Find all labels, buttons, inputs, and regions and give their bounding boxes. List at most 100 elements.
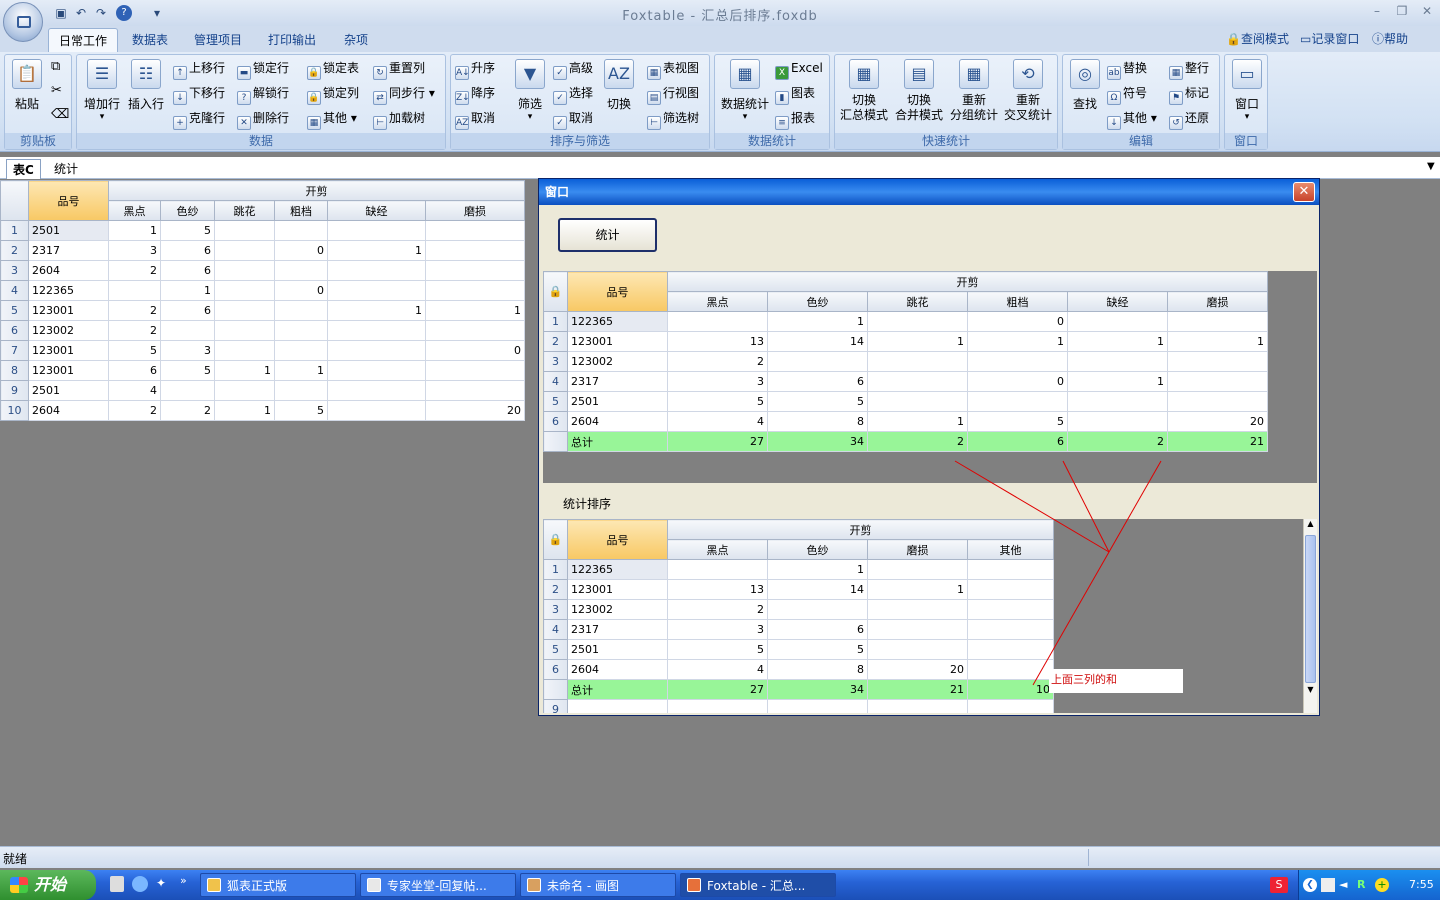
table-row[interactable]: 4 122365 1 0 bbox=[0, 280, 526, 301]
cell-pinhao[interactable]: 123001 bbox=[28, 340, 109, 361]
insert-row-button[interactable]: ☷ 插入行 bbox=[125, 59, 167, 112]
cell-value[interactable]: 6 bbox=[160, 260, 215, 281]
chart-button[interactable]: ▮ 图表 bbox=[775, 82, 815, 105]
cell-value[interactable] bbox=[327, 400, 426, 421]
volume-icon[interactable]: ◄ bbox=[1339, 878, 1353, 892]
header-pinhao[interactable]: 品号 bbox=[28, 180, 109, 221]
find-button[interactable]: ◎ 查找 bbox=[1067, 59, 1103, 112]
cell-value[interactable]: 4 bbox=[108, 380, 161, 401]
window-button[interactable]: ▭ 窗口 ▾ bbox=[1229, 59, 1265, 122]
sync-row-button[interactable]: ⇄ 同步行 ▾ bbox=[373, 82, 435, 105]
quicklaunch-more-icon[interactable]: » bbox=[180, 874, 187, 887]
header-col[interactable]: 黑点 bbox=[108, 200, 161, 221]
minimize-icon[interactable]: – bbox=[1366, 4, 1388, 20]
cell-value[interactable] bbox=[274, 380, 328, 401]
cell-value[interactable]: 20 bbox=[424, 400, 526, 421]
load-tree-button[interactable]: ⊢ 加载树 bbox=[373, 107, 425, 130]
cell-value[interactable] bbox=[214, 380, 275, 401]
cell-value[interactable] bbox=[327, 320, 426, 341]
record-window-button[interactable]: ▭记录窗口 bbox=[1300, 30, 1359, 48]
clone-row-button[interactable]: + 克隆行 bbox=[173, 107, 225, 130]
table-row[interactable]: 6 123002 2 bbox=[0, 320, 526, 341]
eraser-icon[interactable]: ⌫ bbox=[51, 107, 69, 122]
task-item-foxtable-official[interactable]: 狐表正式版 bbox=[200, 873, 356, 897]
copy-icon[interactable]: ⧉ bbox=[51, 59, 60, 74]
table-row[interactable]: 1 2501 1 5 bbox=[0, 220, 526, 241]
cell-value[interactable] bbox=[274, 220, 328, 241]
cell-value[interactable] bbox=[327, 280, 426, 301]
cell-value[interactable]: 6 bbox=[108, 360, 161, 381]
header-col[interactable]: 色纱 bbox=[160, 200, 215, 221]
cell-value[interactable] bbox=[424, 380, 526, 401]
tab-daily-work[interactable]: 日常工作 bbox=[48, 28, 119, 52]
cell-value[interactable] bbox=[424, 320, 526, 341]
row-number[interactable]: 9 bbox=[0, 380, 29, 401]
cell-value[interactable]: 2 bbox=[108, 400, 161, 421]
cell-value[interactable]: 6 bbox=[160, 300, 215, 321]
cell-value[interactable] bbox=[108, 280, 161, 301]
sort-desc-button[interactable]: Z↓降序 bbox=[455, 82, 495, 105]
restore-button[interactable]: ↺ 还原 bbox=[1169, 107, 1209, 130]
cell-value[interactable]: 1 bbox=[214, 400, 275, 421]
cell-value[interactable]: 5 bbox=[160, 220, 215, 241]
cell-value[interactable] bbox=[424, 360, 526, 381]
cell-value[interactable]: 6 bbox=[160, 240, 215, 261]
view-mode-button[interactable]: 🔒查阅模式 bbox=[1226, 30, 1289, 48]
cell-value[interactable] bbox=[274, 320, 328, 341]
lock-row-button[interactable]: ▬ 锁定行 bbox=[237, 57, 289, 80]
lock-column-button[interactable]: 🔒 锁定列 bbox=[307, 82, 359, 105]
cell-pinhao[interactable]: 122365 bbox=[28, 280, 109, 301]
regroup-stats-button[interactable]: ▦ 重新 分组统计 bbox=[947, 59, 1001, 123]
data-stats-button[interactable]: ▦ 数据统计 ▾ bbox=[717, 59, 773, 122]
tab-misc[interactable]: 杂项 bbox=[334, 28, 378, 52]
table-row[interactable]: 2 2317 3 6 0 1 bbox=[0, 240, 526, 261]
move-up-button[interactable]: ↑ 上移行 bbox=[173, 57, 225, 80]
switch-summary-mode-button[interactable]: ▦ 切换 汇总模式 bbox=[837, 59, 891, 123]
switch-merge-mode-button[interactable]: ▤ 切换 合并模式 bbox=[892, 59, 946, 123]
cell-value[interactable]: 0 bbox=[274, 280, 328, 301]
cell-value[interactable] bbox=[327, 220, 426, 241]
cut-icon[interactable]: ✂ bbox=[51, 83, 62, 98]
sort-asc-button[interactable]: A↓升序 bbox=[455, 57, 495, 80]
cell-value[interactable] bbox=[327, 360, 426, 381]
cell-value[interactable] bbox=[327, 380, 426, 401]
cell-pinhao[interactable]: 123002 bbox=[28, 320, 109, 341]
cell-value[interactable]: 2 bbox=[108, 260, 161, 281]
cell-value[interactable]: 1 bbox=[214, 360, 275, 381]
table-row[interactable]: 5 123001 2 6 1 1 bbox=[0, 300, 526, 321]
report-button[interactable]: ≡ 报表 bbox=[775, 107, 815, 130]
row-number[interactable]: 6 bbox=[0, 320, 29, 341]
excel-button[interactable]: X Excel bbox=[775, 57, 823, 80]
row-number[interactable]: 1 bbox=[0, 220, 29, 241]
whole-row-button[interactable]: ▦ 整行 bbox=[1169, 57, 1209, 80]
reset-column-button[interactable]: ↻ 重置列 bbox=[373, 57, 425, 80]
lock-table-button[interactable]: 🔒 锁定表 bbox=[307, 57, 359, 80]
cell-value[interactable]: 3 bbox=[160, 340, 215, 361]
cell-value[interactable] bbox=[214, 280, 275, 301]
cell-pinhao[interactable]: 123001 bbox=[28, 300, 109, 321]
row-number[interactable]: 4 bbox=[0, 280, 29, 301]
sheet-dropdown-icon[interactable]: ▼ bbox=[1427, 161, 1435, 172]
sheet-tab-stats[interactable]: 统计 bbox=[48, 159, 84, 179]
cell-pinhao[interactable]: 2604 bbox=[28, 400, 109, 421]
cell-value[interactable]: 2 bbox=[108, 300, 161, 321]
close-icon[interactable]: ✕ bbox=[1416, 4, 1438, 20]
cell-value[interactable] bbox=[214, 340, 275, 361]
table-row[interactable]: 10 2604 2 2 1 5 20 bbox=[0, 400, 526, 421]
cell-value[interactable]: 1 bbox=[327, 240, 426, 261]
row-number[interactable]: 2 bbox=[0, 240, 29, 261]
advanced-filter-button[interactable]: ✓ 高级 bbox=[553, 57, 593, 80]
cell-value[interactable]: 5 bbox=[108, 340, 161, 361]
quicklaunch-icon-2[interactable]: ✦ bbox=[156, 876, 170, 892]
add-row-button[interactable]: ☰ 增加行 ▾ bbox=[81, 59, 123, 122]
cell-value[interactable] bbox=[424, 220, 526, 241]
replace-button[interactable]: ab 替换 bbox=[1107, 57, 1147, 80]
row-view-button[interactable]: ▤ 行视图 bbox=[647, 82, 699, 105]
cell-value[interactable]: 1 bbox=[160, 280, 215, 301]
cell-value[interactable]: 5 bbox=[274, 400, 328, 421]
quicklaunch-icon[interactable] bbox=[110, 876, 124, 892]
row-number[interactable]: 3 bbox=[0, 260, 29, 281]
main-table[interactable]: 品号 开剪 黑点 色纱 跳花 粗档 缺经 磨损 1 2501 1 5 2 2317 3 6 0 1 3… bbox=[0, 180, 526, 421]
cell-pinhao[interactable]: 123001 bbox=[28, 360, 109, 381]
table-row[interactable]: 9 2501 4 bbox=[0, 380, 526, 401]
